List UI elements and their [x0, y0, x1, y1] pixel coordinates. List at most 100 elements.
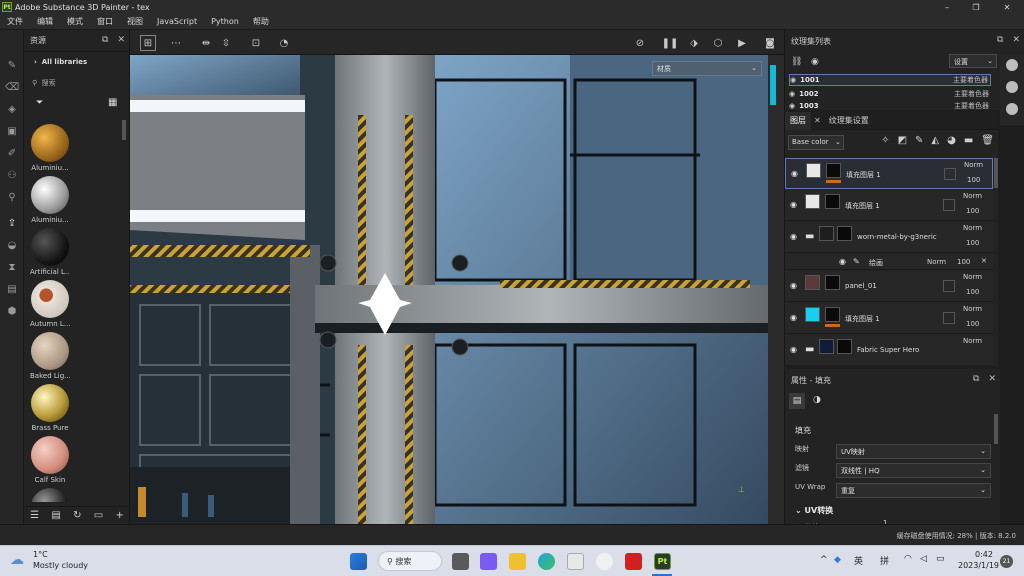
layer-row[interactable]: ◉ ▬ Fabric Super Hero Norm — [785, 335, 993, 366]
layer-opacity[interactable]: 100 — [966, 320, 979, 328]
pause-icon[interactable]: ❚❚ — [662, 35, 679, 51]
wps-icon[interactable] — [625, 553, 642, 570]
layer-row[interactable]: ◉ panel_01 Norm 100 — [785, 271, 993, 302]
camera-mode-icon[interactable]: ⬗ — [686, 35, 702, 51]
windows-start-icon[interactable] — [350, 553, 367, 570]
sort-icon[interactable]: ☰ — [30, 510, 39, 521]
shelf-icon[interactable]: ▤ — [5, 282, 19, 296]
close-icon[interactable]: ✕ — [117, 35, 125, 45]
layer-mask-slot[interactable] — [943, 280, 955, 292]
file-explorer-icon[interactable] — [509, 553, 526, 570]
blend-mode[interactable]: Norm — [963, 224, 982, 232]
uv-wrap-dropdown[interactable]: 重复 ⌄ — [836, 483, 991, 498]
blend-mode[interactable]: Norm — [963, 337, 982, 345]
store-icon[interactable] — [567, 553, 584, 570]
texture-set-row[interactable]: ◉ 1002 主要着色器 — [789, 88, 991, 100]
layer-opacity[interactable]: 100 — [966, 288, 979, 296]
layer-sub-row[interactable]: ◉ ✎ 绘画 Norm 100 ✕ — [785, 254, 993, 270]
grid-view-icon[interactable]: ▦ — [108, 97, 117, 108]
paint-brush-icon[interactable]: ✎ — [5, 58, 19, 72]
eye-icon[interactable]: ◉ — [790, 200, 797, 209]
wifi-icon[interactable]: ◠ — [904, 554, 912, 564]
geometry-mask-icon[interactable]: ▣ — [5, 124, 19, 138]
layer-row[interactable]: ◉ ▬ worn-metal-by-g3neric Norm 100 — [785, 222, 993, 253]
substance-painter-taskbar-icon[interactable]: Pt — [654, 553, 671, 570]
chevron-up-icon[interactable]: ^ — [820, 555, 828, 565]
menu-edit[interactable]: 编辑 — [30, 14, 60, 30]
blend-mode[interactable]: Norm — [963, 192, 982, 200]
eye-icon[interactable]: ◉ — [789, 90, 795, 98]
notification-badge[interactable]: 21 — [1000, 555, 1013, 568]
history-icon[interactable]: ◔ — [276, 35, 292, 51]
add-folder-icon[interactable]: ▬ — [964, 135, 973, 146]
tab-texture-set-settings[interactable]: 纹理集设置 — [824, 112, 874, 130]
menu-python[interactable]: Python — [204, 14, 246, 30]
eye-icon[interactable]: ◉ — [790, 281, 797, 290]
texture-set-settings-dropdown[interactable]: 设置 ⌄ — [949, 54, 997, 68]
alienware-icon[interactable] — [596, 553, 613, 570]
teams-icon[interactable] — [480, 553, 497, 570]
weather-icon[interactable]: ☁ — [10, 552, 24, 568]
eye-icon[interactable]: ◉ — [790, 76, 796, 84]
list-icon[interactable]: ▤ — [51, 510, 60, 521]
layer-row[interactable]: ◉ 填充图层 1 Norm 100 — [785, 190, 993, 221]
texture-set-row[interactable]: ◉ 1003 主要着色器 — [789, 102, 991, 110]
layer-row[interactable]: ◉ 填充图层 1 Norm 100 — [785, 303, 993, 334]
tab-layers[interactable]: 图层 — [785, 111, 811, 130]
add-fill-layer-icon[interactable]: ◭ — [931, 135, 939, 146]
close-button[interactable]: ✕ — [994, 0, 1020, 14]
material-item[interactable]: Calf Skin — [30, 436, 70, 484]
minimize-button[interactable]: – — [934, 0, 960, 14]
clock-date[interactable]: 2023/1/19 — [958, 561, 999, 570]
close-icon[interactable]: ✕ — [988, 374, 996, 384]
material-item[interactable]: Aluminiu... — [30, 176, 70, 224]
menu-view[interactable]: 视图 — [120, 14, 150, 30]
visibility-icon[interactable]: ◉ — [811, 57, 819, 67]
float-icon[interactable]: ⧉ — [102, 35, 108, 45]
eye-icon[interactable]: ◉ — [791, 169, 798, 178]
smudge-icon[interactable]: ✐ — [5, 146, 19, 160]
material-properties-icon[interactable]: ◑ — [813, 395, 821, 405]
cube-icon[interactable]: ⬡ — [710, 35, 726, 51]
fill-properties-icon[interactable]: ▤ — [789, 393, 805, 409]
layer-mask-slot[interactable] — [943, 199, 955, 211]
environment-icon[interactable] — [1006, 81, 1018, 93]
display-icon[interactable]: ⬢ — [5, 304, 19, 318]
layer-mask-slot[interactable] — [943, 312, 955, 324]
menu-window[interactable]: 窗口 — [90, 14, 120, 30]
eye-icon[interactable]: ◉ — [790, 313, 797, 322]
link-icon[interactable]: ⛓ — [791, 57, 802, 67]
material-item[interactable]: Baked Lig... — [30, 332, 70, 380]
library-selector[interactable]: › All libraries — [34, 58, 87, 66]
add-icon[interactable]: + — [115, 510, 123, 521]
scrollbar[interactable] — [122, 120, 126, 140]
add-mask-icon[interactable]: ◩ — [898, 135, 907, 146]
filter-dropdown[interactable]: 双线性 | HQ ⌄ — [836, 463, 991, 478]
close-icon[interactable]: ✕ — [981, 257, 987, 265]
add-paint-layer-icon[interactable]: ✎ — [915, 135, 923, 146]
folder-icon[interactable]: ▭ — [94, 510, 103, 521]
task-view-icon[interactable] — [452, 553, 469, 570]
material-item[interactable]: Brass Pure — [30, 384, 70, 432]
float-icon[interactable]: ⧉ — [973, 374, 979, 384]
eye-icon[interactable]: ◉ — [790, 345, 797, 354]
projection-icon[interactable]: ◈ — [5, 102, 19, 116]
selection-mode-icon[interactable]: ⊞ — [140, 35, 156, 51]
battery-icon[interactable]: ▭ — [936, 554, 945, 564]
picker-icon[interactable]: ⚲ — [5, 190, 19, 204]
layer-opacity[interactable]: 100 — [966, 239, 979, 247]
export-icon[interactable]: ⇪ — [5, 216, 19, 230]
menu-javascript[interactable]: JavaScript — [150, 14, 204, 30]
material-item[interactable]: Autumn L... — [30, 280, 70, 328]
viewport-3d[interactable]: 材质 ⌄ ⊥ — [130, 55, 784, 524]
shader-icon[interactable] — [1006, 59, 1018, 71]
material-item[interactable] — [30, 488, 70, 502]
texture-set-row[interactable]: ◉ 1001 主要着色器 — [789, 74, 991, 86]
clone-icon[interactable]: ⚇ — [5, 168, 19, 182]
layer-opacity[interactable]: 100 — [957, 258, 970, 266]
search-input[interactable]: ⚲ 搜索 — [32, 78, 126, 90]
uv-transform-section[interactable]: ⌄ UV转换 — [795, 505, 833, 516]
mirror-x-icon[interactable]: ⇹ — [198, 35, 214, 51]
scrollbar[interactable] — [994, 414, 998, 444]
material-item[interactable]: Aluminiu... — [30, 124, 70, 172]
